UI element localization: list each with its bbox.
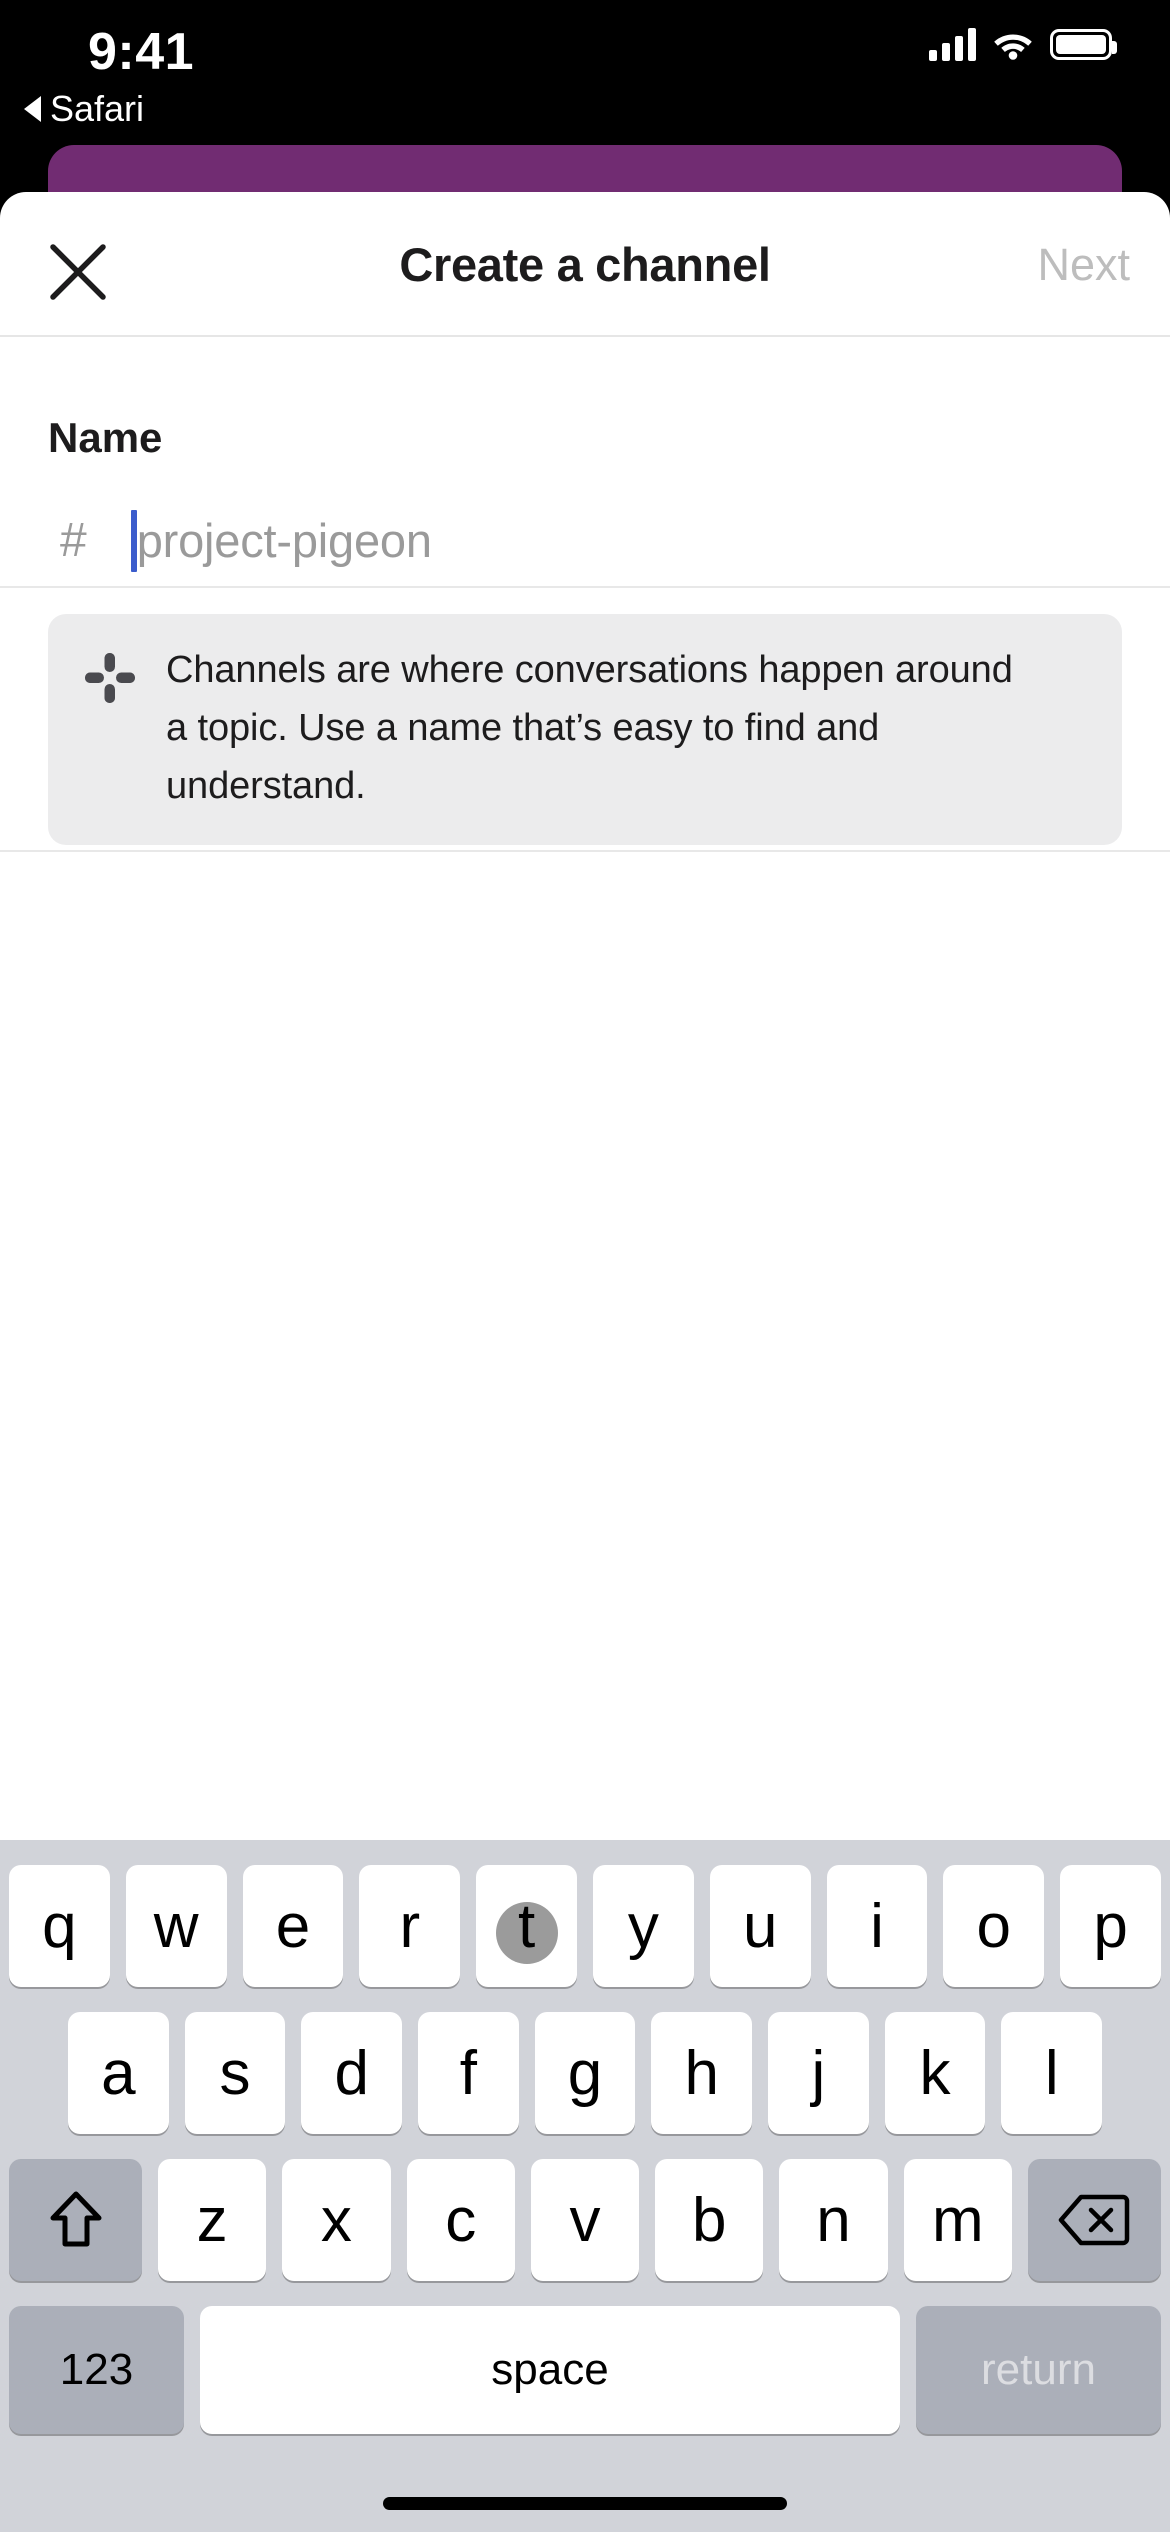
key-a[interactable]: a	[68, 2012, 169, 2134]
key-r[interactable]: r	[359, 1865, 461, 1987]
home-indicator[interactable]	[383, 2497, 787, 2510]
backspace-delete-icon	[1059, 2194, 1130, 2246]
key-d[interactable]: d	[301, 2012, 403, 2134]
key-h[interactable]: h	[651, 2012, 753, 2134]
keyboard-row-3: z x c v b n m	[0, 2159, 1170, 2281]
slack-logo-icon	[82, 650, 138, 706]
next-button[interactable]: Next	[1037, 192, 1130, 337]
triangle-left-icon	[24, 96, 41, 122]
space-key[interactable]: space	[200, 2306, 900, 2434]
sheet-nav-bar: Create a channel Next	[0, 192, 1170, 337]
status-bar: 9:41 Safari	[0, 0, 1170, 150]
keyboard-row-4: 123 space return	[0, 2306, 1170, 2434]
on-screen-keyboard: q w e r t y u i o p a s d f g h j k l z …	[0, 1840, 1170, 2532]
key-j[interactable]: j	[768, 2012, 869, 2134]
keyboard-row-2: a s d f g h j k l	[0, 2012, 1170, 2134]
back-to-safari-button[interactable]: Safari	[24, 88, 144, 130]
key-c[interactable]: c	[406, 2159, 515, 2281]
key-i[interactable]: i	[826, 1865, 928, 1987]
back-to-safari-label: Safari	[50, 88, 145, 129]
key-l[interactable]: l	[1001, 2012, 1103, 2134]
hash-icon: #	[60, 514, 87, 567]
key-v[interactable]: v	[530, 2159, 640, 2281]
key-w[interactable]: w	[125, 1865, 227, 1987]
cellular-bars-icon	[929, 27, 976, 61]
phone-screen: 9:41 Safari Create a channel Next Name #…	[0, 0, 1170, 2532]
key-t[interactable]: t	[476, 1865, 577, 1987]
status-bar-time: 9:41	[88, 23, 195, 81]
key-g[interactable]: g	[534, 2012, 636, 2134]
numbers-key[interactable]: 123	[9, 2306, 184, 2434]
key-z[interactable]: z	[158, 2159, 267, 2281]
key-n[interactable]: n	[779, 2159, 888, 2281]
info-card: Channels are where conversations happen …	[48, 614, 1122, 846]
key-e[interactable]: e	[242, 1865, 344, 1987]
info-card-text: Channels are where conversations happen …	[166, 649, 1013, 807]
key-f[interactable]: f	[418, 2012, 519, 2134]
key-b[interactable]: b	[655, 2159, 764, 2281]
content-divider	[0, 850, 1170, 852]
channel-name-input-row[interactable]: # project-pigeon	[0, 495, 1170, 588]
return-key[interactable]: return	[916, 2306, 1161, 2434]
key-u[interactable]: u	[709, 1865, 811, 1987]
key-p[interactable]: p	[1060, 1865, 1161, 1987]
key-y[interactable]: y	[592, 1865, 694, 1987]
name-field-label: Name	[48, 414, 163, 461]
channel-name-input[interactable]: project-pigeon	[137, 513, 432, 568]
keyboard-row-1: q w e r t y u i o p	[0, 1865, 1170, 1987]
create-channel-sheet: Create a channel Next Name # project-pig…	[0, 192, 1170, 1840]
key-x[interactable]: x	[282, 2159, 391, 2281]
key-q[interactable]: q	[9, 1865, 110, 1987]
battery-icon	[1050, 28, 1117, 60]
status-bar-indicators	[929, 27, 1117, 61]
page-title: Create a channel	[399, 238, 771, 291]
key-s[interactable]: s	[184, 2012, 286, 2134]
shift-arrow-icon	[50, 2191, 101, 2247]
key-k[interactable]: k	[884, 2012, 986, 2134]
wifi-icon	[992, 28, 1034, 60]
backspace-key[interactable]	[1027, 2159, 1161, 2281]
key-o[interactable]: o	[943, 1865, 1045, 1987]
shift-key[interactable]	[9, 2159, 142, 2281]
key-m[interactable]: m	[903, 2159, 1012, 2281]
